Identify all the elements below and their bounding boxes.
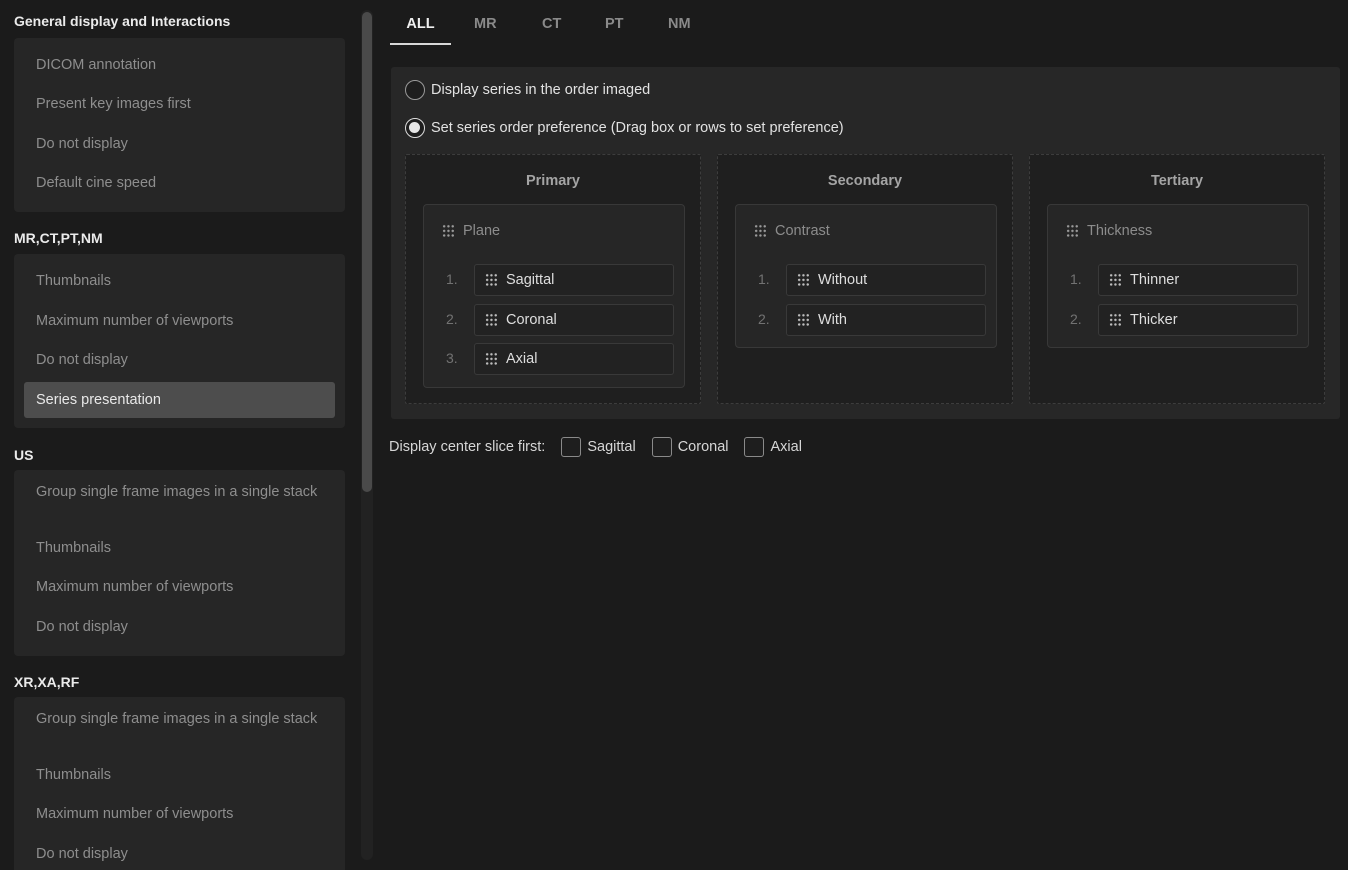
- row-number: 2.: [758, 311, 770, 327]
- radio-order-imaged[interactable]: Display series in the order imaged: [405, 80, 650, 100]
- tab-nm[interactable]: NM: [668, 16, 691, 46]
- checkbox-axial[interactable]: Axial: [744, 437, 802, 457]
- group-header: Thickness: [1066, 223, 1152, 239]
- row-item-coronal[interactable]: Coronal: [474, 304, 674, 336]
- section-title-xr-xa-rf: XR,XA,RF: [14, 674, 80, 690]
- drag-handle-icon[interactable]: [485, 352, 498, 366]
- section-box-xr-xa-rf: Group single frame images in a single st…: [14, 697, 345, 870]
- group-card-contrast[interactable]: Contrast 1. Without 2. With: [735, 204, 997, 348]
- sidebar-item-max-viewports[interactable]: Maximum number of viewports: [24, 309, 335, 333]
- radio-order-preference[interactable]: Set series order preference (Drag box or…: [405, 118, 844, 138]
- app-window: General display and Interactions DICOM a…: [0, 0, 1348, 870]
- sidebar-item-max-viewports[interactable]: Maximum number of viewports: [24, 802, 335, 826]
- checkbox-label: Coronal: [677, 439, 729, 455]
- drag-handle-icon[interactable]: [754, 224, 767, 238]
- priority-box-secondary[interactable]: Secondary Contrast 1. Without 2. With: [717, 154, 1013, 404]
- sidebar-item-thumbnails[interactable]: Thumbnails: [24, 763, 335, 787]
- group-label: Plane: [463, 223, 501, 239]
- series-order-panel: Display series in the order imaged Set s…: [391, 67, 1340, 419]
- row-item-sagittal[interactable]: Sagittal: [474, 264, 674, 296]
- row-item-with[interactable]: With: [786, 304, 986, 336]
- priority-box-primary[interactable]: Primary Plane 1. Sagittal 2. Coronal 3.: [405, 154, 701, 404]
- row-label: Without: [818, 272, 868, 288]
- tab-all[interactable]: ALL: [390, 16, 451, 46]
- tab-mr[interactable]: MR: [474, 16, 497, 46]
- row-number: 2.: [446, 311, 458, 327]
- checkbox-coronal[interactable]: Coronal: [651, 437, 729, 457]
- section-box-general: DICOM annotation Present key images firs…: [14, 38, 345, 212]
- sidebar-scrollbar[interactable]: [361, 10, 373, 860]
- row-number: 2.: [1070, 311, 1082, 327]
- row-label: Thinner: [1130, 272, 1180, 288]
- row-label: Thicker: [1130, 312, 1178, 328]
- row-item-without[interactable]: Without: [786, 264, 986, 296]
- sidebar-item-do-not-display[interactable]: Do not display: [24, 842, 335, 866]
- group-header: Plane: [442, 223, 500, 239]
- sidebar-item-series-presentation[interactable]: Series presentation: [24, 382, 335, 418]
- sidebar-item-thumbnails[interactable]: Thumbnails: [24, 536, 335, 560]
- group-card-thickness[interactable]: Thickness 1. Thinner 2. Thicker: [1047, 204, 1309, 348]
- section-box-us: Group single frame images in a single st…: [14, 470, 345, 656]
- sidebar-item-do-not-display[interactable]: Do not display: [24, 348, 335, 372]
- section-title-us: US: [14, 447, 34, 463]
- sidebar-item-do-not-display[interactable]: Do not display: [24, 615, 335, 639]
- section-title-mr-ct-pt-nm: MR,CT,PT,NM: [14, 230, 103, 246]
- drag-handle-icon[interactable]: [1109, 273, 1122, 287]
- sidebar-item-max-viewports[interactable]: Maximum number of viewports: [24, 575, 335, 599]
- checkbox-box[interactable]: [651, 437, 672, 457]
- tab-ct[interactable]: CT: [542, 16, 561, 46]
- checkbox-label: Axial: [770, 439, 802, 455]
- settings-sidebar: General display and Interactions DICOM a…: [0, 0, 356, 870]
- sidebar-scroll-thumb[interactable]: [362, 12, 372, 492]
- row-item-axial[interactable]: Axial: [474, 343, 674, 375]
- drag-handle-icon[interactable]: [797, 313, 810, 327]
- row-number: 1.: [446, 271, 458, 287]
- row-item-thinner[interactable]: Thinner: [1098, 264, 1298, 296]
- row-label: Sagittal: [506, 272, 555, 288]
- group-header: Contrast: [754, 223, 830, 239]
- radio-label: Display series in the order imaged: [431, 82, 651, 98]
- row-label: Axial: [506, 351, 538, 367]
- row-number: 1.: [758, 271, 770, 287]
- row-number: 3.: [446, 350, 458, 366]
- priority-title: Primary: [525, 173, 580, 189]
- checkbox-sagittal[interactable]: Sagittal: [561, 437, 636, 457]
- checkbox-box[interactable]: [561, 437, 582, 457]
- center-slice-options: Display center slice first: Sagittal Cor…: [389, 436, 818, 458]
- priority-box-tertiary[interactable]: Tertiary Thickness 1. Thinner 2. Thicker: [1029, 154, 1325, 404]
- checkbox-box[interactable]: [744, 437, 765, 457]
- tab-pt[interactable]: PT: [605, 16, 624, 46]
- radio-button[interactable]: [405, 80, 425, 100]
- center-slice-label: Display center slice first:: [389, 439, 546, 455]
- drag-handle-icon[interactable]: [485, 273, 498, 287]
- drag-handle-icon[interactable]: [797, 273, 810, 287]
- row-label: Coronal: [506, 312, 557, 328]
- sidebar-item-do-not-display[interactable]: Do not display: [24, 132, 335, 156]
- sidebar-item-dicom-annotation[interactable]: DICOM annotation: [24, 53, 335, 77]
- sidebar-item-group-single-frame[interactable]: Group single frame images in a single st…: [24, 707, 335, 731]
- drag-handle-icon[interactable]: [442, 224, 455, 238]
- drag-handle-icon[interactable]: [485, 313, 498, 327]
- drag-handle-icon[interactable]: [1109, 313, 1122, 327]
- sidebar-item-default-cine-speed[interactable]: Default cine speed: [24, 171, 335, 195]
- group-card-plane[interactable]: Plane 1. Sagittal 2. Coronal 3. Axial: [423, 204, 685, 388]
- row-number: 1.: [1070, 271, 1082, 287]
- group-label: Contrast: [775, 223, 830, 239]
- drag-handle-icon[interactable]: [1066, 224, 1079, 238]
- sidebar-item-group-single-frame[interactable]: Group single frame images in a single st…: [24, 480, 335, 504]
- section-title-general: General display and Interactions: [14, 13, 231, 29]
- checkbox-label: Sagittal: [587, 439, 636, 455]
- active-tab-underline: [390, 43, 451, 45]
- sidebar-item-present-key-images[interactable]: Present key images first: [24, 92, 335, 116]
- row-item-thicker[interactable]: Thicker: [1098, 304, 1298, 336]
- priority-title: Tertiary: [1150, 173, 1204, 189]
- sidebar-item-thumbnails[interactable]: Thumbnails: [24, 269, 335, 293]
- priority-title: Secondary: [827, 173, 903, 189]
- radio-button-checked[interactable]: [405, 118, 425, 138]
- radio-label: Set series order preference (Drag box or…: [431, 120, 844, 136]
- section-box-mr-ct-pt-nm: Thumbnails Maximum number of viewports D…: [14, 254, 345, 428]
- row-label: With: [818, 312, 847, 328]
- group-label: Thickness: [1087, 223, 1153, 239]
